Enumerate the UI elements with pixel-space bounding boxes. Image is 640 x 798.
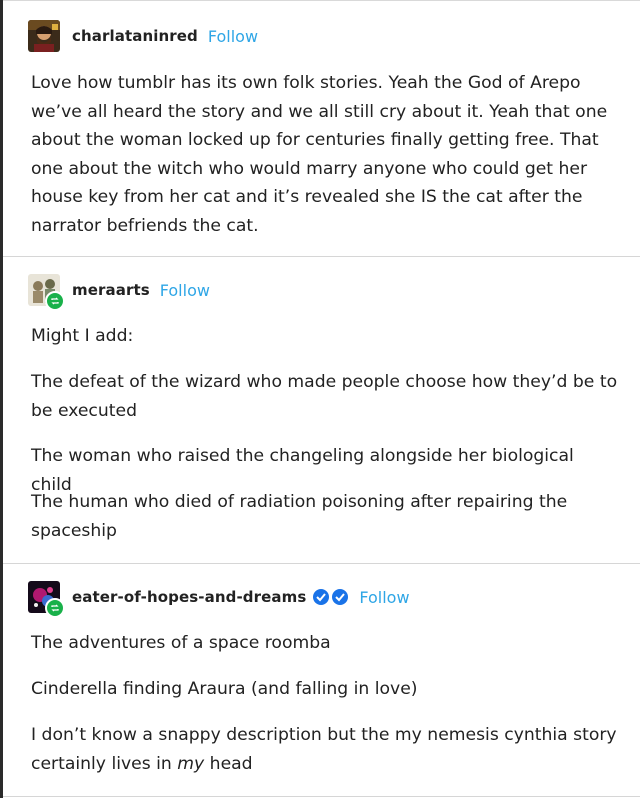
post-text: The human who died of radiation poisonin…	[31, 492, 568, 541]
post-text-segment: I don’t know a snappy description but th…	[31, 725, 617, 774]
reblog-icon	[45, 291, 65, 311]
emphasis-text: my	[177, 753, 205, 774]
post-text: I don’t know a snappy description but th…	[31, 721, 620, 778]
divider	[3, 256, 640, 257]
post-header: meraarts Follow	[28, 274, 210, 311]
avatar[interactable]	[28, 581, 65, 618]
verified-badge-icon	[312, 588, 349, 606]
dashboard-thread: charlataninred Follow Love how tumblr ha…	[0, 0, 640, 798]
divider	[3, 0, 640, 1]
divider	[3, 563, 640, 564]
post-text: The defeat of the wizard who made people…	[31, 372, 618, 421]
post-header: charlataninred Follow	[28, 20, 258, 52]
reblog-icon	[45, 598, 65, 618]
post-text-segment: head	[204, 753, 253, 774]
post-header: eater-of-hopes-and-dreams Follow	[28, 581, 410, 618]
username[interactable]: eater-of-hopes-and-dreams	[72, 588, 306, 606]
avatar[interactable]	[28, 274, 65, 311]
username[interactable]: meraarts	[72, 281, 150, 299]
post-text: Cinderella finding Araura (and falling i…	[31, 679, 418, 699]
username[interactable]: charlataninred	[72, 27, 198, 45]
follow-button[interactable]: Follow	[208, 27, 258, 46]
avatar[interactable]	[28, 20, 60, 52]
divider	[3, 796, 640, 797]
follow-button[interactable]: Follow	[359, 588, 409, 607]
post-text: Love how tumblr has its own folk stories…	[31, 73, 608, 236]
post-text: Might I add:	[31, 326, 134, 346]
follow-button[interactable]: Follow	[160, 281, 210, 300]
post-text: The adventures of a space roomba	[31, 633, 331, 653]
